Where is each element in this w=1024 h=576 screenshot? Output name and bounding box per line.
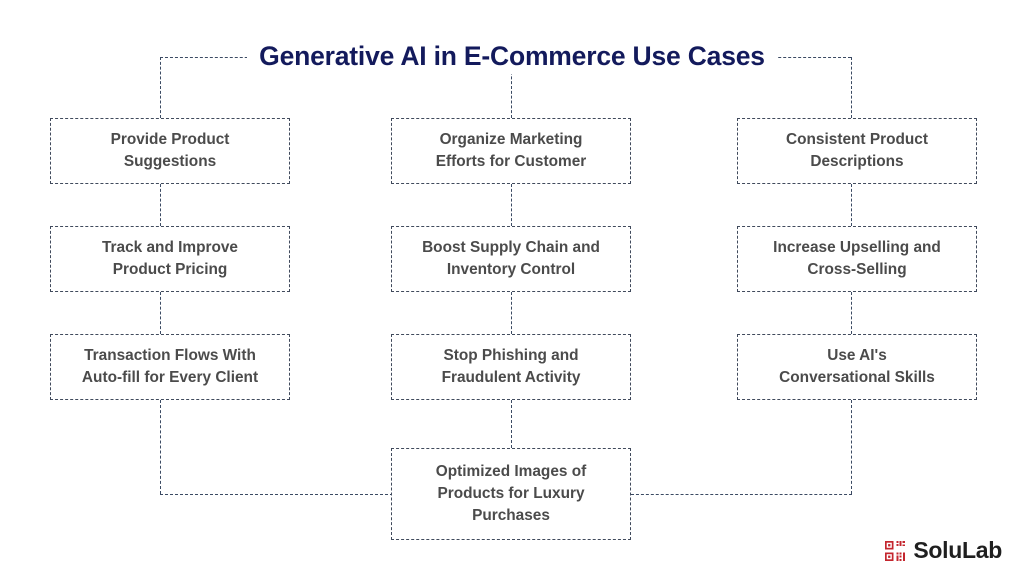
node-transaction-flows-with-auto-fill[interactable]: Transaction Flows With Auto-fill for Eve… xyxy=(50,334,290,400)
node-label: Use AI's Conversational Skills xyxy=(779,347,935,386)
node-label: Track and Improve Product Pricing xyxy=(101,239,238,278)
connector-center-row2-row3 xyxy=(511,292,512,334)
node-label: Boost Supply Chain and Inventory Control xyxy=(422,239,600,278)
connector-left-row1-row2 xyxy=(160,184,161,226)
page-title: Generative AI in E-Commerce Use Cases xyxy=(0,38,1024,74)
node-label: Provide Product Suggestions xyxy=(110,131,230,170)
node-track-and-improve-product-pricing[interactable]: Track and Improve Product Pricing xyxy=(50,226,290,292)
node-label: Organize Marketing Efforts for Customer xyxy=(435,131,587,170)
node-stop-phishing-fraud[interactable]: Stop Phishing and Fraudulent Activity xyxy=(391,334,631,400)
connector-right-to-bottom-horizontal xyxy=(631,494,852,495)
connector-right-row2-row3 xyxy=(851,292,852,334)
connector-left-to-bottom-vertical xyxy=(160,400,161,494)
solulab-logo-text: SoluLab xyxy=(913,537,1002,563)
page-title-text: Generative AI in E-Commerce Use Cases xyxy=(247,38,777,74)
node-increase-upselling-cross-selling[interactable]: Increase Upselling and Cross-Selling xyxy=(737,226,977,292)
connector-right-row1-row2 xyxy=(851,184,852,226)
solulab-qr-mark-icon xyxy=(885,540,906,561)
connector-left-row2-row3 xyxy=(160,292,161,334)
node-organize-marketing-efforts[interactable]: Organize Marketing Efforts for Customer xyxy=(391,118,631,184)
node-label: Stop Phishing and Fraudulent Activity xyxy=(441,347,581,386)
connector-left-to-bottom-horizontal xyxy=(160,494,393,495)
node-label: Optimized Images of Products for Luxury … xyxy=(435,463,587,524)
node-optimized-images-luxury[interactable]: Optimized Images of Products for Luxury … xyxy=(391,448,631,540)
diagram-canvas: Generative AI in E-Commerce Use Cases Pr… xyxy=(0,0,1024,576)
node-consistent-product-descriptions[interactable]: Consistent Product Descriptions xyxy=(737,118,977,184)
connector-center-row1-row2 xyxy=(511,184,512,226)
node-use-ai-conversational-skills[interactable]: Use AI's Conversational Skills xyxy=(737,334,977,400)
node-provide-product-suggestions[interactable]: Provide Product Suggestions xyxy=(50,118,290,184)
node-label: Consistent Product Descriptions xyxy=(786,131,928,170)
connector-right-to-bottom-vertical xyxy=(851,400,852,494)
node-label: Transaction Flows With Auto-fill for Eve… xyxy=(81,347,259,386)
node-boost-supply-chain[interactable]: Boost Supply Chain and Inventory Control xyxy=(391,226,631,292)
solulab-logo[interactable]: SoluLab xyxy=(884,539,1002,562)
node-label: Increase Upselling and Cross-Selling xyxy=(773,239,941,278)
connector-center-to-bottom xyxy=(511,400,512,448)
